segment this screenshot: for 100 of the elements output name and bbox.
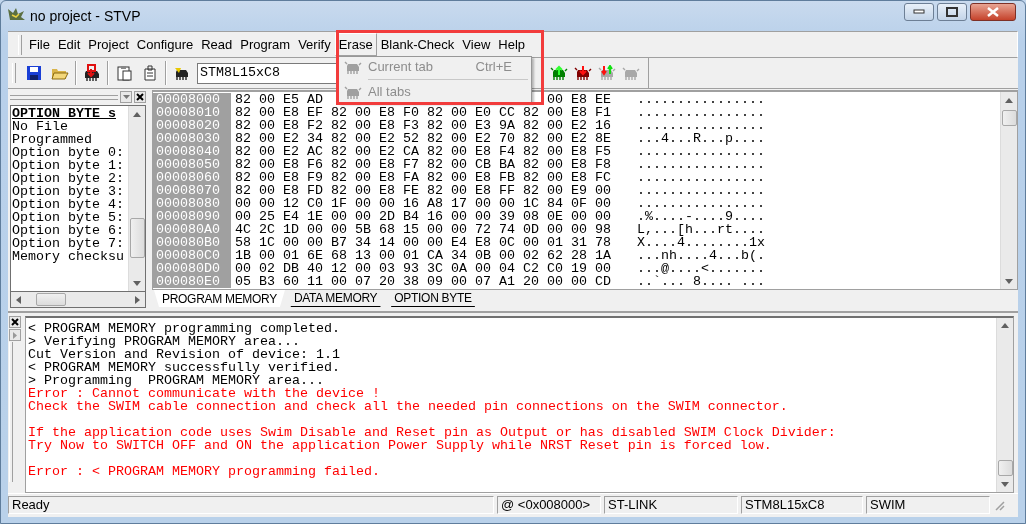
minimize-button[interactable] [904, 3, 934, 21]
menu-item[interactable]: Program [236, 32, 295, 57]
ascii-text: ...4...R...p.... [637, 132, 765, 145]
menu-item[interactable]: View [458, 32, 495, 57]
address-cell: 00008090 [153, 210, 231, 223]
address-cell: 000080D0 [153, 262, 231, 275]
hex-bytes: 82 00 E5 AD [235, 93, 323, 106]
address-cell: 00008040 [153, 145, 231, 158]
menu-item[interactable]: File [25, 32, 54, 57]
chip-icon [173, 65, 191, 81]
toolbar-grip[interactable] [18, 34, 22, 55]
hex-bytes: 1B 00 01 6E 68 13 00 01 CA 34 0B 00 02 62 28 1A [235, 249, 611, 262]
log-line: < PROGRAM MEMORY programming completed. [28, 321, 340, 336]
menu-item[interactable]: Blank-Check [376, 32, 459, 57]
hex-bytes: 58 1C 00 00 B7 34 14 00 00 E4 E8 0C 00 01 31 78 [235, 236, 611, 249]
hex-bytes: 00 E8 EE [547, 93, 611, 106]
panel-grip[interactable] [10, 94, 118, 100]
hex-bytes: 00 02 DB 40 12 00 03 93 3C 0A 00 04 C2 C0 19 00 [235, 262, 611, 275]
option-line: Memory checksu [12, 250, 125, 263]
maximize-icon [946, 7, 958, 17]
close-icon [986, 7, 1000, 17]
chip-upload-icon [550, 65, 568, 81]
menu-item[interactable]: Help [494, 32, 530, 57]
panel-menu-button[interactable] [120, 91, 132, 103]
close-button[interactable] [134, 91, 146, 103]
ascii-text: ...@....<....... [637, 262, 765, 275]
close-button[interactable] [970, 3, 1016, 21]
address-cell: 00008010 [153, 106, 231, 119]
option-line: Option byte 6: [12, 224, 125, 237]
ascii-text: .%....-....9.... [637, 210, 765, 223]
menu-item[interactable]: Read [197, 32, 237, 57]
option-line: Option byte 2: [12, 172, 125, 185]
arrow-down-icon [1001, 481, 1009, 487]
ascii-text: ................ [637, 93, 765, 106]
ascii-text: ...nh....4...b(. [637, 249, 765, 262]
status-text: Ready [8, 495, 494, 514]
hex-bytes: 00 25 E4 1E 00 00 2D B4 16 00 00 39 08 0E 00 00 [235, 210, 611, 223]
ascii-text: L,...[h...rt.... [637, 223, 765, 236]
option-line: Option byte 0: [12, 146, 125, 159]
log-line: Try Now to SWITCH OFF and ON the application Power Supply while NRST Reset pin is forced low. [28, 438, 772, 453]
ascii-text: ................ [637, 106, 765, 119]
close-icon [11, 318, 19, 326]
address-cell: 00008070 [153, 184, 231, 197]
address-cell: 000080B0 [153, 236, 231, 249]
scrollbar[interactable] [10, 292, 146, 308]
scrollbar-thumb[interactable] [129, 218, 145, 258]
arrow-right-icon [135, 295, 140, 304]
chip-download-icon [574, 65, 592, 81]
ascii-text: ................ [637, 171, 765, 184]
address-cell: 00008000 [153, 93, 231, 106]
window-title: no project - STVP [30, 6, 141, 26]
hex-bytes: 00 00 12 C0 1F 00 00 16 A8 17 00 00 1C 84 0F 00 [235, 197, 611, 210]
menu-item[interactable]: Project [84, 32, 133, 57]
option-line: No File [12, 120, 69, 133]
menu-item[interactable]: Configure [132, 32, 198, 57]
close-button[interactable] [9, 316, 21, 328]
address-cell: 000080C0 [153, 249, 231, 262]
scrollbar-thumb[interactable] [1001, 110, 1017, 126]
minimize-icon [913, 9, 925, 15]
arrow-up-icon [1001, 323, 1009, 329]
option-line: Option byte 1: [12, 159, 125, 172]
panel-heading: OPTION BYTE s [12, 107, 117, 120]
resize-grip-icon[interactable] [993, 498, 1005, 511]
ascii-text: ................ [637, 119, 765, 132]
hex-bytes: 82 00 E2 AC 82 00 E2 CA 82 00 E8 F4 82 00 E8 F5 [235, 145, 611, 158]
option-line: Option byte 7: [12, 237, 125, 250]
hex-bytes: 82 00 E8 EF 82 00 E8 F0 82 00 E0 CC 82 00 E8 F1 [235, 106, 611, 119]
address-cell: 00008020 [153, 119, 231, 132]
panel-grip[interactable] [9, 342, 13, 482]
hex-bytes: 82 00 E8 F6 82 00 E8 F7 82 00 CB BA 82 00 E8 F8 [235, 158, 611, 171]
scrollbar-thumb[interactable] [997, 460, 1013, 477]
address-cell: 000080A0 [153, 223, 231, 236]
log-line: Cut Version and Revision of device: 1.1 [28, 347, 340, 362]
chip-arrows-icon [598, 65, 616, 81]
menu-item[interactable]: Verify [294, 32, 335, 57]
toolbar-grip[interactable] [12, 63, 16, 83]
option-line: Programmed [12, 133, 93, 146]
tab[interactable]: PROGRAM MEMORY [154, 290, 285, 307]
caret-icon [122, 95, 130, 99]
status-text: STM8L15xC8 [741, 495, 863, 514]
chip-download-icon [82, 64, 102, 82]
ascii-text: ................ [637, 184, 765, 197]
address-cell: 00008050 [153, 158, 231, 171]
log-line: Error : Cannot communicate with the device ! [28, 386, 380, 401]
arrow-up-icon [133, 111, 141, 117]
arrow-down-icon [1005, 278, 1013, 284]
arrow-up-icon [1005, 97, 1013, 103]
ascii-text: ................ [637, 145, 765, 158]
hex-bytes: 82 00 E8 F9 82 00 E8 FA 82 00 E8 FB 82 00 E8 FC [235, 171, 611, 184]
maximize-button[interactable] [937, 3, 967, 21]
option-line: Option byte 3: [12, 185, 125, 198]
arrow-down-icon [133, 280, 141, 286]
hex-bytes: 82 00 E2 34 82 00 E2 52 82 00 E2 70 82 00 E2 8E [235, 132, 611, 145]
clipboard-icon [116, 65, 132, 81]
address-cell: 00008060 [153, 171, 231, 184]
menu-item[interactable]: Edit [53, 32, 85, 57]
log-line: If the application code uses Swim Disable and Reset pin as Output or has disabled SWIM Clock Divider: [28, 425, 836, 440]
close-icon [136, 93, 144, 101]
status-text: @ <0x008000> [497, 495, 601, 514]
log-line: > Verifying PROGRAM MEMORY area... [28, 334, 300, 349]
